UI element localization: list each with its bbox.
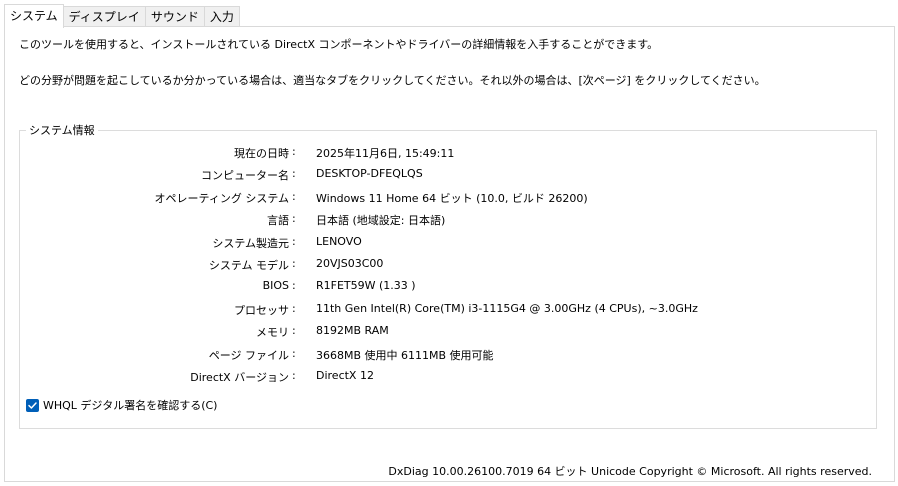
system-info-separator: :	[292, 234, 296, 248]
tab-sound[interactable]: サウンド	[145, 6, 205, 26]
system-info-value: 11th Gen Intel(R) Core(TM) i3-1115G4 @ 3…	[316, 301, 698, 315]
system-info-label: システム モデル	[208, 259, 289, 272]
system-info-row: 現在の日時: 2025年11月6日, 15:49:11	[0, 145, 880, 163]
system-info-value: R1FET59W (1.33 )	[316, 279, 416, 293]
tab-display[interactable]: ディスプレイ	[63, 6, 146, 26]
system-info-separator: :	[292, 257, 296, 270]
system-info-value: Windows 11 Home 64 ビット (10.0, ビルド 26200)	[316, 191, 588, 205]
tab-system[interactable]: システム	[4, 4, 64, 28]
whql-checkbox-label: WHQL デジタル署名を確認する(C)	[43, 399, 218, 412]
system-info-separator: :	[292, 189, 296, 203]
tab-input[interactable]: 入力	[204, 6, 240, 26]
checkbox-checked-icon[interactable]	[26, 398, 39, 412]
system-info-row: システム モデル: 20VJS03C00	[0, 257, 880, 275]
system-info-label: BIOS	[262, 279, 289, 293]
system-info-value: DirectX 12	[316, 369, 374, 382]
intro-text-1: このツールを使用すると、インストールされている DirectX コンポーネントや…	[19, 38, 659, 51]
intro-text-2: どの分野が問題を起こしているか分かっている場合は、適当なタブをクリックしてくださ…	[19, 74, 766, 87]
system-info-title: システム情報	[26, 122, 98, 138]
system-info-value: 8192MB RAM	[316, 324, 389, 338]
system-info-separator: :	[292, 167, 296, 181]
system-info-row: DirectX バージョン: DirectX 12	[0, 369, 880, 387]
system-info-value: 2025年11月6日, 15:49:11	[316, 147, 455, 160]
system-info-label: 言語	[267, 214, 289, 228]
system-info-row: 言語: 日本語 (地域設定: 日本語)	[0, 212, 880, 230]
tab-strip: システム ディスプレイ サウンド 入力	[4, 4, 240, 28]
whql-checkbox[interactable]: WHQL デジタル署名を確認する(C)	[26, 397, 217, 413]
system-info-value: DESKTOP-DFEQLQS	[316, 167, 423, 181]
system-info-separator: :	[292, 324, 296, 338]
system-info-value: LENOVO	[316, 234, 362, 248]
system-info-value: 日本語 (地域設定: 日本語)	[316, 214, 446, 228]
system-info-separator: :	[292, 212, 296, 226]
system-info-separator: :	[292, 346, 296, 360]
system-info-value: 20VJS03C00	[316, 257, 384, 270]
system-info-row: プロセッサ: 11th Gen Intel(R) Core(TM) i3-1115…	[0, 302, 880, 320]
system-info-row: オペレーティング システム: Windows 11 Home 64 ビット (10…	[0, 190, 880, 208]
system-info-label: DirectX バージョン	[190, 371, 289, 384]
system-info-label: プロセッサ	[234, 303, 289, 317]
system-info-label: システム製造元	[212, 236, 289, 250]
system-info-separator: :	[292, 369, 296, 382]
system-info-label: コンピューター名	[201, 169, 289, 183]
version-footer: DxDiag 10.00.26100.7019 64 ビット Unicode C…	[388, 465, 872, 478]
system-info-row: コンピューター名: DESKTOP-DFEQLQS	[0, 167, 880, 185]
system-info-label: オペレーティング システム	[154, 191, 289, 205]
system-info-row: BIOS: R1FET59W (1.33 )	[0, 279, 880, 297]
system-info-separator: :	[292, 301, 296, 315]
system-info-separator: :	[292, 279, 296, 293]
system-info-row: ページ ファイル: 3668MB 使用中 6111MB 使用可能	[0, 347, 880, 365]
system-info-label: ページ ファイル	[208, 348, 289, 362]
system-info-label: 現在の日時	[234, 147, 289, 160]
system-info-value: 3668MB 使用中 6111MB 使用可能	[316, 348, 494, 362]
system-info-row: システム製造元: LENOVO	[0, 235, 880, 253]
system-info-label: メモリ	[256, 326, 289, 340]
system-info-row: メモリ: 8192MB RAM	[0, 324, 880, 342]
system-info-separator: :	[292, 145, 296, 158]
